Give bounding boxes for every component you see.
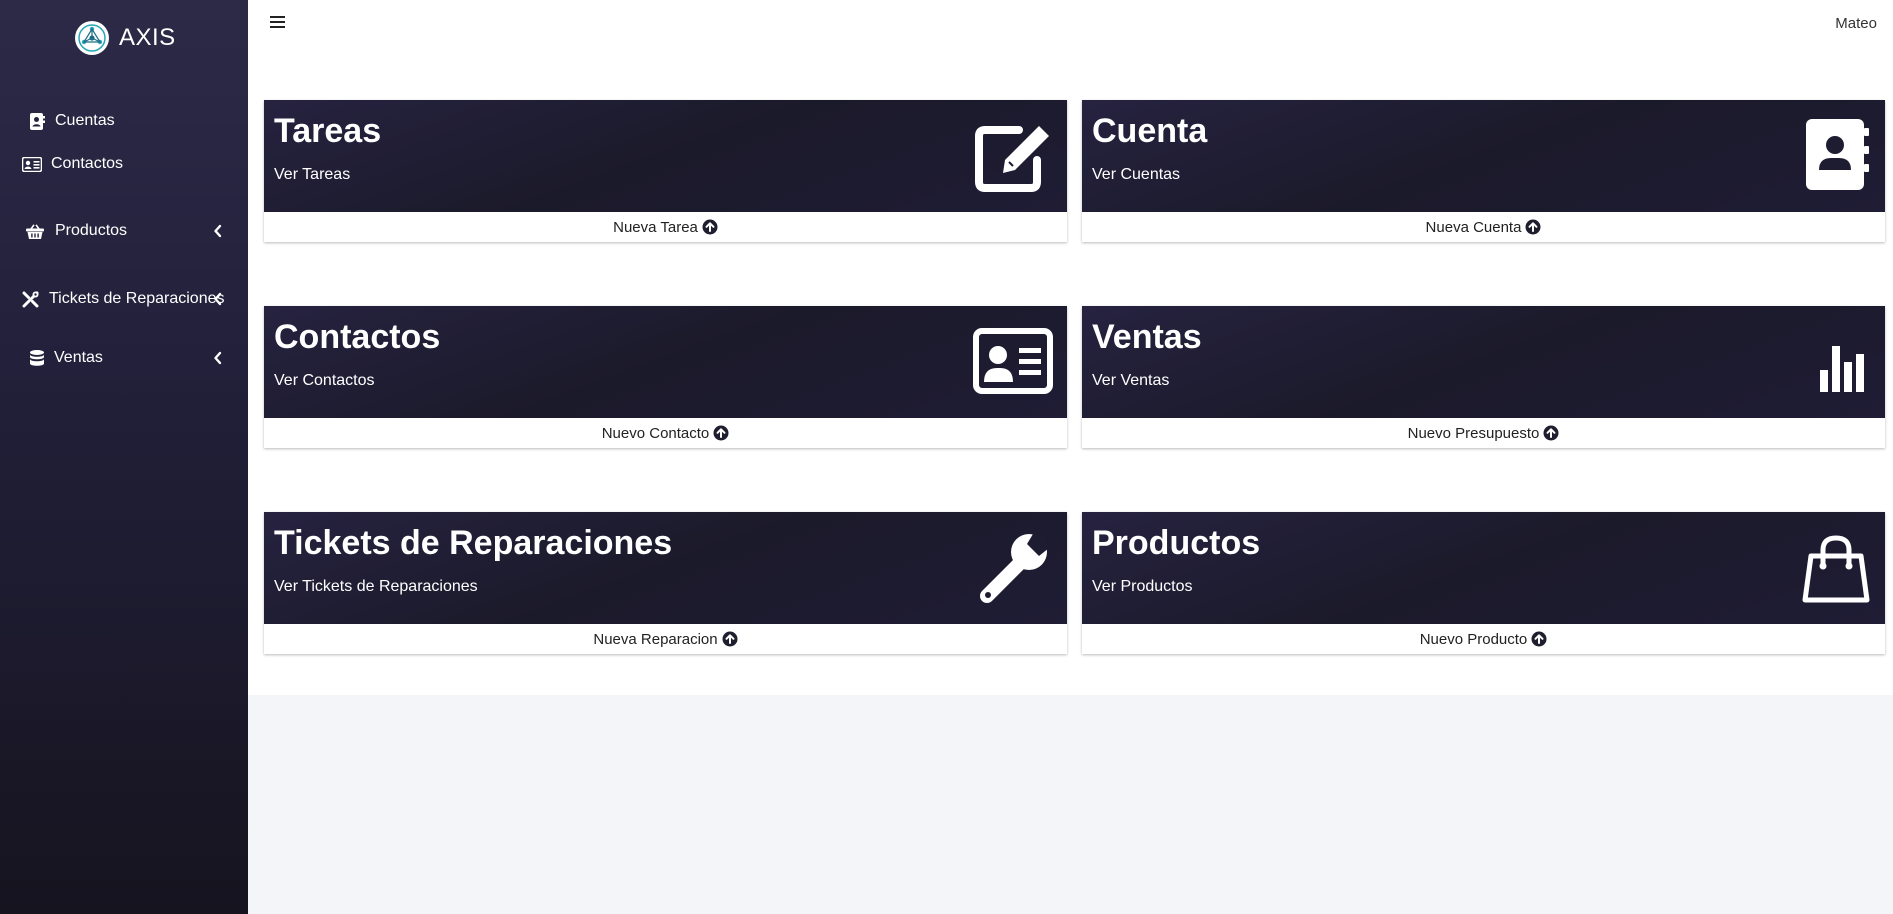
sidebar-item-label: Cuentas [55,112,115,129]
card-productos: Productos Ver Productos Nuevo Producto [1082,512,1885,654]
arrow-circle-up-icon [722,631,738,647]
card-action-label: Nuevo Presupuesto [1407,424,1540,442]
sidebar-item-label: Productos [55,222,128,239]
user-menu[interactable]: Mateo [1835,15,1877,32]
arrow-circle-up-icon [713,425,729,441]
card-action-link[interactable]: Nueva Reparacion [264,624,1067,654]
sidebar: AXIS Cuentas Contactos Productos Tickets… [0,0,248,914]
card-subtitle-link[interactable]: Ver Productos [1092,578,1193,596]
card-subtitle-link[interactable]: Ver Cuentas [1092,166,1180,184]
card-title: Tickets de Reparaciones [274,524,673,562]
shopping-bag-icon [1791,530,1871,604]
address-book-icon [28,112,46,130]
card-ventas: Ventas Ver Ventas Nuevo Presupuesto [1082,306,1885,448]
address-book-icon [1791,118,1871,192]
wrench-icon [973,530,1053,604]
card-subtitle-link[interactable]: Ver Contactos [274,372,375,390]
card-action-link[interactable]: Nuevo Producto [1082,624,1885,654]
card-header[interactable]: Productos Ver Productos [1082,512,1885,624]
id-card-icon [22,155,42,173]
tools-icon [21,290,39,308]
card-action-label: Nueva Reparacion [593,630,718,648]
card-subtitle-link[interactable]: Ver Tickets de Reparaciones [274,578,478,596]
id-card-icon [973,324,1053,398]
sidebar-item-tickets-de-reparaciones[interactable]: Tickets de Reparaciones [0,282,248,316]
card-header[interactable]: Contactos Ver Contactos [264,306,1067,418]
sidebar-item-productos[interactable]: Productos [0,214,248,248]
arrow-circle-up-icon [1543,425,1559,441]
database-icon [29,349,44,367]
axis-logo-icon [75,21,109,55]
sidebar-item-label: Ventas [54,349,103,366]
brand-name: AXIS [119,24,176,51]
sidebar-item-label: Tickets de Reparaciones [49,290,225,307]
card-header[interactable]: Tickets de Reparaciones Ver Tickets de R… [264,512,1067,624]
card-title: Productos [1092,524,1261,562]
dashboard-content: Tareas Ver Tareas Nueva Tarea Cuenta Ver… [248,50,1893,695]
card-contactos: Contactos Ver Contactos Nuevo Contacto [264,306,1067,448]
card-action-link[interactable]: Nueva Cuenta [1082,212,1885,242]
topbar: Mateo [248,0,1893,50]
card-title: Cuenta [1092,112,1208,150]
card-action-link[interactable]: Nuevo Presupuesto [1082,418,1885,448]
card-action-label: Nueva Tarea [613,218,698,236]
chevron-left-icon [210,291,226,307]
chevron-left-icon [210,350,226,366]
hamburger-icon[interactable] [270,15,288,33]
basket-icon [26,222,44,240]
arrow-circle-up-icon [1531,631,1547,647]
card-action-link[interactable]: Nuevo Contacto [264,418,1067,448]
card-cuenta: Cuenta Ver Cuentas Nueva Cuenta [1082,100,1885,242]
card-tareas: Tareas Ver Tareas Nueva Tarea [264,100,1067,242]
sidebar-item-ventas[interactable]: Ventas [0,341,248,375]
card-header[interactable]: Cuenta Ver Cuentas [1082,100,1885,212]
sidebar-item-label: Contactos [51,155,124,172]
arrow-circle-up-icon [702,219,718,235]
edit-icon [973,118,1053,192]
card-subtitle-link[interactable]: Ver Ventas [1092,372,1169,390]
chevron-left-icon [210,223,226,239]
card-tickets-de-reparaciones: Tickets de Reparaciones Ver Tickets de R… [264,512,1067,654]
sidebar-item-contactos[interactable]: Contactos [0,147,248,181]
card-title: Tareas [274,112,382,150]
card-action-link[interactable]: Nueva Tarea [264,212,1067,242]
card-header[interactable]: Tareas Ver Tareas [264,100,1067,212]
brand[interactable]: AXIS [75,20,176,56]
card-action-label: Nuevo Producto [1419,630,1528,648]
card-action-label: Nuevo Contacto [601,424,710,442]
sidebar-item-cuentas[interactable]: Cuentas [0,104,248,138]
card-header[interactable]: Ventas Ver Ventas [1082,306,1885,418]
arrow-circle-up-icon [1525,219,1541,235]
card-subtitle-link[interactable]: Ver Tareas [274,166,350,184]
card-action-label: Nueva Cuenta [1425,218,1522,236]
bar-chart-icon [1791,324,1871,398]
card-title: Contactos [274,318,441,356]
card-title: Ventas [1092,318,1202,356]
